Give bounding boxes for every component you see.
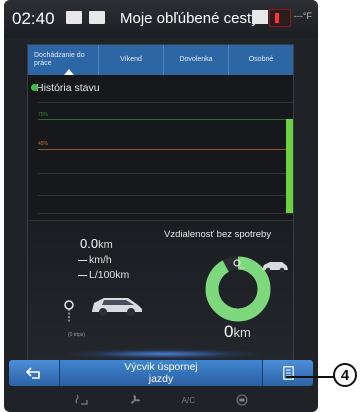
clock: 02:40: [12, 9, 55, 28]
trips-count: (0 trips): [68, 332, 85, 338]
chart-gridline: [38, 173, 293, 174]
zero-emission-distance: 0km: [224, 322, 251, 342]
eco-coaching-button[interactable]: Výcvik úspornej jazdy: [59, 360, 263, 386]
tab-personal[interactable]: Osobné: [229, 45, 293, 75]
menu-icon: [282, 366, 294, 380]
eco-coaching-label-1: Výcvik úspornej: [124, 361, 198, 373]
active-tab-indicator: [64, 69, 74, 75]
consumption-unit: L/100km: [89, 269, 130, 281]
tab-label: Víkend: [120, 56, 142, 63]
fan-icon[interactable]: [129, 394, 141, 406]
callout-number: 4: [333, 363, 357, 387]
page-title: Moje obľúbené cesty: [120, 10, 259, 27]
battery-icon: [269, 9, 291, 27]
eco-coaching-label-2: jazdy: [148, 373, 174, 385]
leaf-icon: [31, 84, 38, 91]
history-heading: História stavu: [31, 82, 100, 94]
back-arrow-icon: [26, 367, 40, 379]
chart-line-45: [38, 149, 293, 150]
small-car-icon: [262, 262, 288, 273]
zero-emission-title: Vzdialenosť bez spotreby: [164, 229, 272, 240]
trip-summary: 0.0km km/h L/100km (0 trips) Vzdialenosť…: [28, 220, 293, 361]
ac-button[interactable]: A/C: [182, 396, 195, 405]
bottom-action-bar: Výcvik úspornej jazdy: [9, 360, 313, 386]
route-pin-icon: [64, 300, 74, 323]
tab-label: Osobné: [248, 56, 274, 63]
seat-heating-icon[interactable]: [74, 394, 88, 406]
tab-vacation[interactable]: Dovolenka: [164, 45, 229, 75]
history-bar: [286, 119, 293, 213]
zero-emission-unit: km: [233, 325, 251, 340]
tick-label-45: 45%: [38, 141, 49, 147]
screen-frame: 02:40 Moje obľúbené cesty ---°F Dochádza…: [4, 0, 318, 412]
glow-decoration: [68, 349, 258, 359]
context-menu-button[interactable]: [263, 360, 313, 386]
speed-unit: km/h: [89, 254, 112, 266]
chart-gridline: [38, 195, 293, 196]
phone-icon: [252, 10, 268, 24]
destination-pin-icon: [233, 259, 244, 269]
chart-gridline: [38, 213, 293, 214]
chart-gridline: [38, 102, 293, 103]
car-icon: [92, 298, 142, 316]
climate-bar: A/C: [4, 388, 318, 412]
navigation-icon: [89, 11, 105, 24]
distance-readout: 0.0km: [80, 236, 113, 251]
callout-leader-line: [286, 376, 334, 378]
car-mode-icon[interactable]: [236, 394, 248, 406]
distance-value: 0.0: [80, 236, 99, 251]
content-panel: Dochádzanie do práce Víkend Dovolenka Os…: [27, 44, 294, 361]
consumption-row: L/100km: [78, 269, 129, 281]
tab-label: Dochádzanie do práce: [34, 52, 85, 67]
status-bar: 02:40 Moje obľúbené cesty ---°F: [4, 0, 318, 38]
media-icon: [66, 11, 82, 24]
tab-label: Dovolenka: [179, 56, 213, 63]
history-label: História stavu: [36, 82, 100, 94]
tab-weekend[interactable]: Víkend: [99, 45, 164, 75]
chart-line-75: [38, 119, 293, 120]
distance-unit: km: [98, 239, 113, 251]
tick-label-75: 75%: [38, 112, 49, 118]
speed-row: km/h: [78, 254, 112, 266]
outside-temperature: ---°F: [293, 11, 312, 21]
back-button[interactable]: [9, 360, 59, 386]
